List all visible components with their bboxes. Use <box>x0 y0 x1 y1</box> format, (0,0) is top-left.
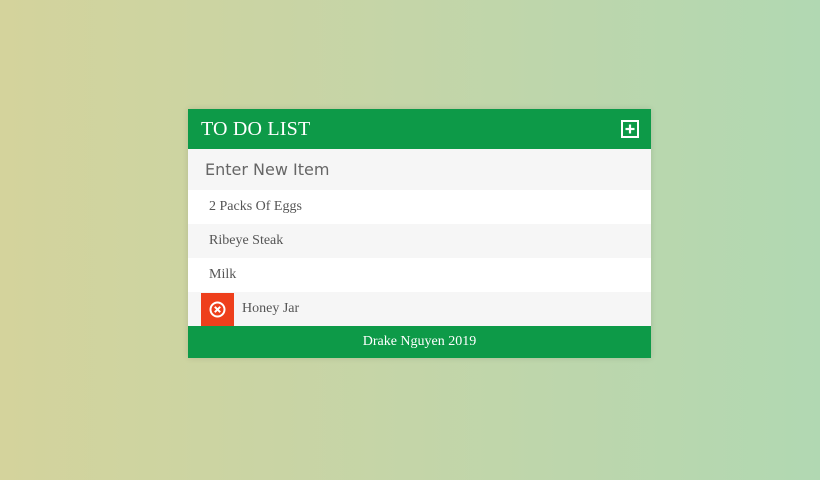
footer: Drake Nguyen 2019 <box>188 326 651 358</box>
plus-square-icon <box>621 120 639 138</box>
new-item-row <box>188 149 651 190</box>
close-circle-icon <box>209 301 226 317</box>
new-item-input[interactable] <box>188 149 651 190</box>
list-item[interactable]: Honey Jar <box>188 292 651 326</box>
footer-credit: Drake Nguyen 2019 <box>362 334 477 349</box>
list-item-label: Honey Jar <box>242 301 300 316</box>
list-item[interactable]: Ribeye Steak <box>188 224 651 258</box>
list-item[interactable]: Milk <box>188 258 651 292</box>
page-title: TO DO LIST <box>201 117 311 140</box>
todo-header: TO DO LIST <box>188 109 651 149</box>
delete-item-button[interactable] <box>201 292 234 326</box>
list-item-label: Ribeye Steak <box>209 233 284 248</box>
add-item-button[interactable] <box>621 120 639 138</box>
list-item[interactable]: 2 Packs Of Eggs <box>188 190 651 224</box>
list-item-label: 2 Packs Of Eggs <box>209 199 302 214</box>
todo-list: 2 Packs Of Eggs Ribeye Steak Milk Honey … <box>188 190 651 326</box>
list-item-label: Milk <box>209 267 237 282</box>
todo-card: TO DO LIST 2 Packs Of Eggs Ribeye Steak … <box>188 109 651 358</box>
